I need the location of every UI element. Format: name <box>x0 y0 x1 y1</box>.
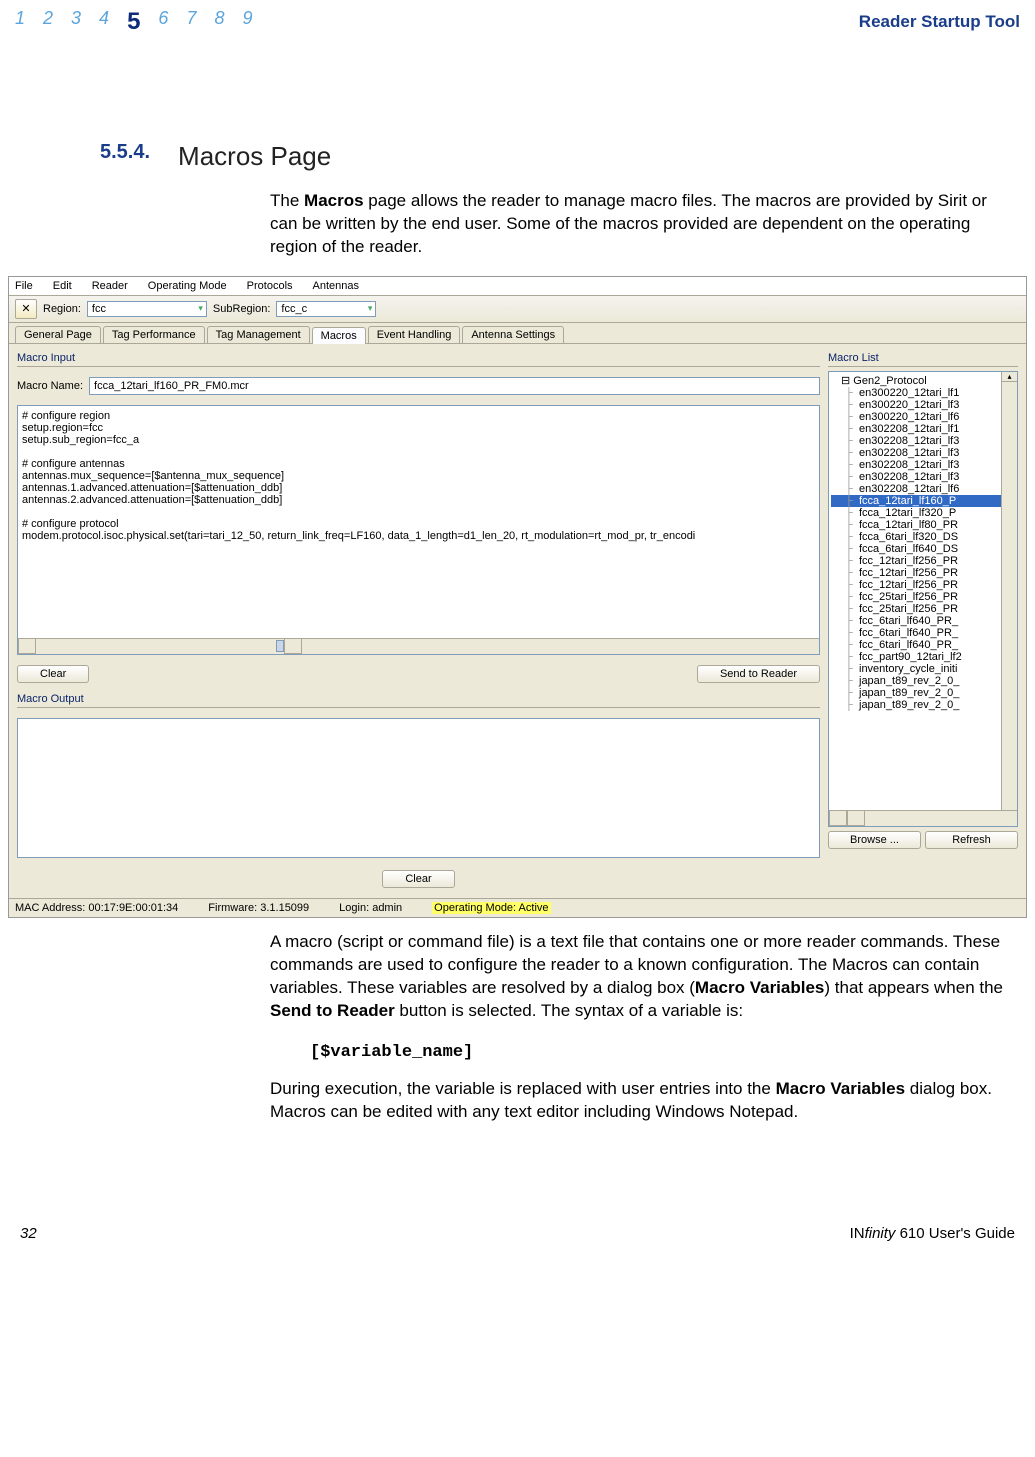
macro-text-area[interactable]: # configure region setup.region=fcc setu… <box>17 405 820 655</box>
macro-name-input[interactable]: fcca_12tari_lf160_PR_FM0.mcr <box>89 377 820 395</box>
tab-macros[interactable]: Macros <box>312 327 366 344</box>
tree-item[interactable]: fcca_12tari_lf80_PR <box>831 519 1015 531</box>
menu-file[interactable]: File <box>15 280 33 292</box>
macro-list-label: Macro List <box>828 352 1018 367</box>
nav-4: 4 <box>99 8 109 36</box>
tree-root[interactable]: Gen2_Protocol <box>831 374 1015 387</box>
subregion-label: SubRegion: <box>213 303 271 315</box>
variable-syntax: [$variable_name] <box>0 1043 1035 1062</box>
tree-item[interactable]: fcc_12tari_lf256_PR <box>831 555 1015 567</box>
tree-item[interactable]: japan_t89_rev_2_0_ <box>831 675 1015 687</box>
region-label: Region: <box>43 303 81 315</box>
tree-item[interactable]: en302208_12tari_lf3 <box>831 471 1015 483</box>
nav-6: 6 <box>158 8 168 36</box>
status-operating-mode: Operating Mode: Active <box>432 902 550 914</box>
menu-antennas[interactable]: Antennas <box>313 280 359 292</box>
tree-item[interactable]: en302208_12tari_lf3 <box>831 459 1015 471</box>
paragraph-3: During execution, the variable is replac… <box>0 1070 1035 1136</box>
scroll-thumb[interactable] <box>276 640 284 652</box>
macro-output-box[interactable] <box>17 718 820 858</box>
macro-list-tree[interactable]: Gen2_Protocol en300220_12tari_lf1en30022… <box>828 371 1018 827</box>
refresh-button[interactable]: Refresh <box>925 831 1018 849</box>
tab-tag-performance[interactable]: Tag Performance <box>103 326 205 343</box>
tree-item[interactable]: japan_t89_rev_2_0_ <box>831 699 1015 711</box>
application-screenshot: File Edit Reader Operating Mode Protocol… <box>8 276 1027 918</box>
tree-item[interactable]: japan_t89_rev_2_0_ <box>831 687 1015 699</box>
clear-output-button[interactable]: Clear <box>382 870 454 888</box>
intro-paragraph: The Macros page allows the reader to man… <box>0 182 1035 271</box>
nav-3: 3 <box>71 8 81 36</box>
menu-reader[interactable]: Reader <box>92 280 128 292</box>
status-login: Login: admin <box>339 902 402 914</box>
page-number: 32 <box>20 1225 37 1242</box>
nav-7: 7 <box>186 8 196 36</box>
toolbar-icon[interactable]: ✕ <box>15 299 37 319</box>
menu-operating-mode[interactable]: Operating Mode <box>148 280 227 292</box>
section-number: 5.5.4. <box>100 141 150 172</box>
tab-tag-management[interactable]: Tag Management <box>207 326 310 343</box>
paragraph-2: A macro (script or command file) is a te… <box>0 923 1035 1035</box>
tree-item[interactable]: en300220_12tari_lf1 <box>831 387 1015 399</box>
footer-guide: INfinity 610 User's Guide <box>850 1225 1015 1242</box>
status-firmware: Firmware: 3.1.15099 <box>208 902 309 914</box>
section-title: Macros Page <box>178 141 331 172</box>
menubar: File Edit Reader Operating Mode Protocol… <box>9 277 1026 296</box>
nav-2: 2 <box>43 8 53 36</box>
tree-item[interactable]: fcc_part90_12tari_lf2 <box>831 651 1015 663</box>
nav-1: 1 <box>15 8 25 36</box>
subregion-combo[interactable]: fcc_c <box>276 301 376 317</box>
browse-button[interactable]: Browse ... <box>828 831 921 849</box>
tree-item[interactable]: fcca_6tari_lf640_DS <box>831 543 1015 555</box>
macro-input-label: Macro Input <box>17 352 820 367</box>
tab-bar: General Page Tag Performance Tag Managem… <box>9 323 1026 344</box>
tree-item[interactable]: fcc_12tari_lf256_PR <box>831 567 1015 579</box>
tree-item[interactable]: en302208_12tari_lf1 <box>831 423 1015 435</box>
tab-antenna-settings[interactable]: Antenna Settings <box>462 326 564 343</box>
tree-item[interactable]: fcc_25tari_lf256_PR <box>831 591 1015 603</box>
nav-5-current: 5 <box>127 8 140 36</box>
status-mac: MAC Address: 00:17:9E:00:01:34 <box>15 902 178 914</box>
tab-general[interactable]: General Page <box>15 326 101 343</box>
tree-item[interactable]: fcca_6tari_lf320_DS <box>831 531 1015 543</box>
section-number-nav: 1 2 3 4 5 6 7 8 9 <box>15 8 252 36</box>
macro-output-label: Macro Output <box>17 693 820 708</box>
macro-name-label: Macro Name: <box>17 380 83 392</box>
tree-item[interactable]: en300220_12tari_lf6 <box>831 411 1015 423</box>
toolbar: ✕ Region: fcc SubRegion: fcc_c <box>9 296 1026 323</box>
tree-item[interactable]: fcc_6tari_lf640_PR_ <box>831 615 1015 627</box>
page-header-title: Reader Startup Tool <box>859 12 1020 32</box>
tree-item[interactable]: fcca_12tari_lf320_P <box>831 507 1015 519</box>
vertical-scrollbar[interactable] <box>1001 372 1017 810</box>
tree-item[interactable]: en300220_12tari_lf3 <box>831 399 1015 411</box>
tree-item[interactable]: en302208_12tari_lf6 <box>831 483 1015 495</box>
tree-item[interactable]: en302208_12tari_lf3 <box>831 447 1015 459</box>
tree-item[interactable]: fcc_25tari_lf256_PR <box>831 603 1015 615</box>
tree-h-scrollbar[interactable] <box>829 810 1017 826</box>
status-bar: MAC Address: 00:17:9E:00:01:34 Firmware:… <box>9 898 1026 917</box>
tree-item[interactable]: fcc_12tari_lf256_PR <box>831 579 1015 591</box>
tab-event-handling[interactable]: Event Handling <box>368 326 461 343</box>
clear-button[interactable]: Clear <box>17 665 89 683</box>
nav-9: 9 <box>242 8 252 36</box>
menu-edit[interactable]: Edit <box>53 280 72 292</box>
tree-item[interactable]: fcc_6tari_lf640_PR_ <box>831 639 1015 651</box>
tree-item[interactable]: fcca_12tari_lf160_P <box>831 495 1015 507</box>
tree-item[interactable]: inventory_cycle_initi <box>831 663 1015 675</box>
tree-item[interactable]: en302208_12tari_lf3 <box>831 435 1015 447</box>
menu-protocols[interactable]: Protocols <box>247 280 293 292</box>
send-to-reader-button[interactable]: Send to Reader <box>697 665 820 683</box>
nav-8: 8 <box>214 8 224 36</box>
region-combo[interactable]: fcc <box>87 301 207 317</box>
tree-item[interactable]: fcc_6tari_lf640_PR_ <box>831 627 1015 639</box>
horizontal-scrollbar[interactable] <box>18 638 819 654</box>
